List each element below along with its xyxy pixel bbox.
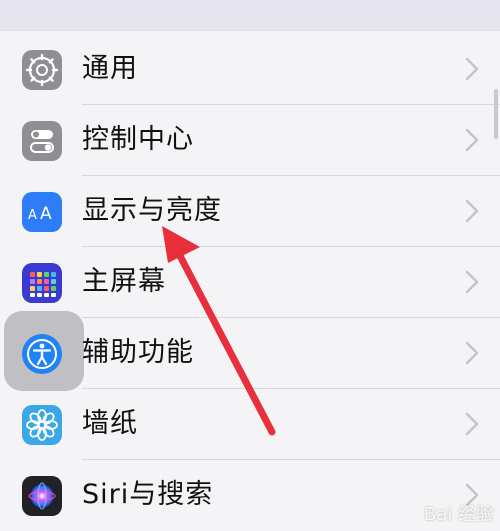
settings-row-label: 墙纸 (82, 408, 138, 439)
settings-row-label: 控制中心 (82, 124, 194, 155)
settings-row-label: 主屏幕 (82, 266, 166, 297)
accessibility-icon (22, 334, 62, 374)
app-grid-icon (22, 263, 62, 303)
chevron-right-icon (465, 412, 479, 436)
settings-row-label: 辅助功能 (82, 337, 194, 368)
settings-row-label: 通用 (82, 53, 138, 84)
flower-icon (22, 405, 62, 445)
gear-icon (22, 50, 62, 90)
status-strip (0, 0, 500, 30)
settings-row-control-center[interactable]: 控制中心 (0, 104, 500, 176)
chevron-right-icon (465, 199, 479, 223)
scrollbar[interactable] (494, 89, 498, 139)
chevron-right-icon (465, 341, 479, 365)
svg-text:A: A (40, 204, 52, 224)
chevron-right-icon (465, 270, 479, 294)
svg-text:A: A (28, 208, 37, 223)
settings-row-home-screen[interactable]: 主屏幕 (0, 246, 500, 318)
settings-row-label: Siri与搜索 (82, 479, 214, 510)
siri-icon (22, 476, 62, 516)
chevron-right-icon (465, 128, 479, 152)
settings-list: 通用 控制中心 A A 显示与亮度 主屏幕 辅助功能 墙纸 Siri与搜索 (0, 30, 500, 531)
settings-row-wallpaper[interactable]: 墙纸 (0, 388, 500, 460)
chevron-right-icon (465, 57, 479, 81)
settings-row-display-brightness[interactable]: A A 显示与亮度 (0, 175, 500, 247)
watermark: Bai 经验 (423, 504, 494, 525)
settings-row-label: 显示与亮度 (82, 195, 222, 226)
settings-row-general[interactable]: 通用 (0, 33, 500, 105)
toggles-icon (22, 121, 62, 161)
text-size-icon: A A (22, 192, 62, 232)
settings-row-accessibility[interactable]: 辅助功能 (0, 317, 500, 389)
